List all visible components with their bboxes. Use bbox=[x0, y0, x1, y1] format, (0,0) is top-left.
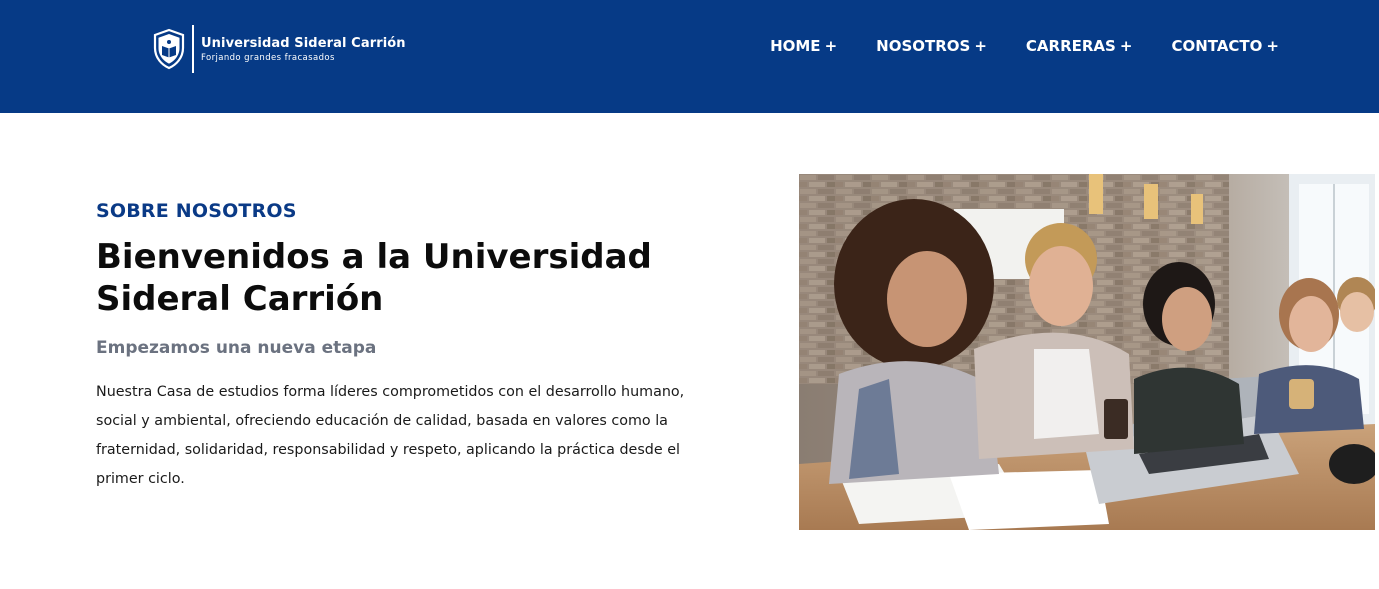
brand-logo-link[interactable]: Universidad Sideral Carrión Forjando gra… bbox=[152, 24, 406, 74]
nav-item-label: NOSOTROS bbox=[876, 37, 971, 55]
brand-tagline: Forjando grandes fracasados bbox=[201, 52, 335, 63]
plus-icon: + bbox=[824, 37, 838, 55]
section-eyebrow: SOBRE NOSOTROS bbox=[96, 200, 297, 222]
nav-item-label: HOME bbox=[770, 37, 821, 55]
nav-item-label: CONTACTO bbox=[1171, 37, 1263, 55]
about-section: SOBRE NOSOTROS Bienvenidos a la Universi… bbox=[96, 200, 696, 494]
section-subtitle: Empezamos una nueva etapa bbox=[96, 338, 377, 358]
nav-item-carreras[interactable]: CARRERAS + bbox=[1026, 37, 1133, 55]
about-description: Nuestra Casa de estudios forma líderes c… bbox=[96, 384, 685, 487]
main-nav: HOME + NOSOTROS + CARRERAS + CONTACTO + bbox=[770, 37, 1279, 55]
brand-name: Universidad Sideral Carrión bbox=[201, 35, 406, 51]
nav-item-nosotros[interactable]: NOSOTROS + bbox=[876, 37, 987, 55]
plus-icon: + bbox=[1119, 37, 1133, 55]
brand-text: Universidad Sideral Carrión Forjando gra… bbox=[201, 36, 406, 63]
university-shield-icon bbox=[153, 28, 185, 70]
nav-item-home[interactable]: HOME + bbox=[770, 37, 837, 55]
brand-divider bbox=[192, 25, 194, 73]
site-header: Universidad Sideral Carrión Forjando gra… bbox=[0, 0, 1379, 113]
students-photo bbox=[799, 174, 1375, 530]
plus-icon: + bbox=[974, 37, 987, 55]
plus-icon: + bbox=[1266, 37, 1279, 55]
nav-item-label: CARRERAS bbox=[1025, 37, 1116, 55]
nav-item-contacto[interactable]: CONTACTO + bbox=[1171, 37, 1279, 55]
students-photo-illustration bbox=[799, 174, 1375, 530]
page-title: Bienvenidos a la Universidad Sideral Car… bbox=[96, 237, 652, 319]
